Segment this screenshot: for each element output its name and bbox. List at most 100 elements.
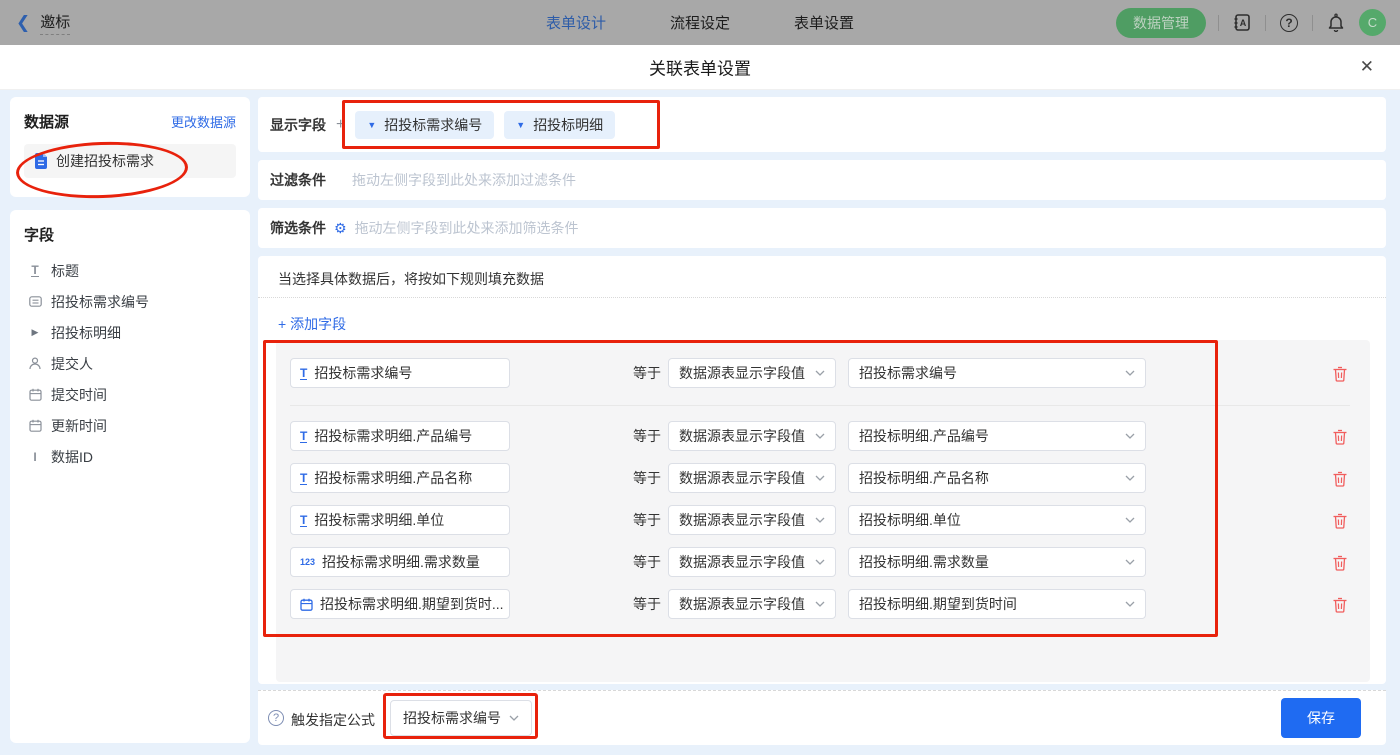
back-nav[interactable]: ❮ 邀标 bbox=[0, 11, 70, 35]
close-icon[interactable]: ✕ bbox=[1360, 57, 1374, 77]
equals-label: 等于 bbox=[633, 589, 661, 619]
field-item-serial[interactable]: 招投标需求编号 bbox=[24, 286, 236, 317]
text-field-icon: T bbox=[300, 472, 307, 485]
delete-rule-icon[interactable] bbox=[1332, 428, 1348, 445]
equals-label: 等于 bbox=[633, 505, 661, 535]
serial-number-icon bbox=[28, 295, 42, 308]
target-field-select[interactable]: 招投标明细.产品名称 bbox=[848, 463, 1146, 493]
chevron-down-icon bbox=[509, 715, 519, 721]
tab-form-design[interactable]: 表单设计 bbox=[546, 12, 606, 33]
source-type-select[interactable]: 数据源表显示字段值 bbox=[668, 547, 836, 577]
target-field-select[interactable]: 招投标明细.期望到货时间 bbox=[848, 589, 1146, 619]
rule-row: 123 招投标需求明细.需求数量 等于 数据源表显示字段值 招投标明细.需求数量 bbox=[276, 547, 1370, 577]
select-value: 数据源表显示字段值 bbox=[679, 468, 805, 488]
field-item-detail[interactable]: ▶ 招投标明细 bbox=[24, 317, 236, 348]
source-type-select[interactable]: 数据源表显示字段值 bbox=[668, 463, 836, 493]
field-item-update-time[interactable]: 更新时间 bbox=[24, 410, 236, 441]
rules-table: T 招投标需求编号 等于 数据源表显示字段值 招投标需求编号 bbox=[276, 340, 1370, 682]
notification-bell-icon[interactable] bbox=[1325, 12, 1347, 34]
field-label: 提交人 bbox=[51, 354, 93, 374]
change-datasource-link[interactable]: 更改数据源 bbox=[171, 112, 236, 131]
chevron-down-icon bbox=[815, 601, 825, 607]
text-field-icon: T bbox=[300, 430, 307, 443]
modal-body: 数据源 更改数据源 创建招投标需求 字段 T 标题 招 bbox=[0, 90, 1400, 755]
source-type-select[interactable]: 数据源表显示字段值 bbox=[668, 589, 836, 619]
field-item-submitter[interactable]: 提交人 bbox=[24, 348, 236, 379]
footer-bar: ? 触发指定公式 招投标需求编号 保存 bbox=[258, 690, 1386, 745]
delete-rule-icon[interactable] bbox=[1332, 554, 1348, 571]
topbar-actions: 数据管理 A ? C bbox=[1116, 8, 1386, 38]
field-item-submit-time[interactable]: 提交时间 bbox=[24, 379, 236, 410]
delete-rule-icon[interactable] bbox=[1332, 470, 1348, 487]
display-field-chip[interactable]: ▼ 招投标需求编号 bbox=[355, 111, 494, 139]
chevron-down-icon bbox=[1125, 517, 1135, 523]
field-item-title[interactable]: T 标题 bbox=[24, 255, 236, 286]
trigger-formula-label: 触发指定公式 bbox=[291, 710, 375, 730]
target-field-select[interactable]: 招投标明细.需求数量 bbox=[848, 547, 1146, 577]
rule-field-label: 招投标需求明细.期望到货时... bbox=[320, 594, 504, 614]
delete-rule-icon[interactable] bbox=[1332, 596, 1348, 613]
chevron-down-icon bbox=[1125, 601, 1135, 607]
rule-field-box[interactable]: 123 招投标需求明细.需求数量 bbox=[290, 547, 510, 577]
select-value: 数据源表显示字段值 bbox=[679, 426, 805, 446]
separator bbox=[1265, 15, 1266, 31]
select-value: 数据源表显示字段值 bbox=[679, 510, 805, 530]
rule-row: T 招投标需求明细.单位 等于 数据源表显示字段值 招投标明细.单位 bbox=[276, 505, 1370, 535]
source-type-select[interactable]: 数据源表显示字段值 bbox=[668, 358, 836, 388]
rule-field-box[interactable]: 招投标需求明细.期望到货时... bbox=[290, 589, 510, 619]
chevron-down-icon bbox=[815, 433, 825, 439]
add-display-field-button[interactable]: + bbox=[336, 116, 345, 134]
target-field-select[interactable]: 招投标需求编号 bbox=[848, 358, 1146, 388]
select-value: 招投标明细.单位 bbox=[859, 510, 961, 530]
separator bbox=[1218, 15, 1219, 31]
select-value: 招投标明细.产品编号 bbox=[859, 426, 989, 446]
trigger-formula-select[interactable]: 招投标需求编号 bbox=[390, 700, 532, 736]
rule-field-box[interactable]: T 招投标需求明细.单位 bbox=[290, 505, 510, 535]
rule-field-box[interactable]: T 招投标需求明细.产品编号 bbox=[290, 421, 510, 451]
expand-triangle-icon[interactable]: ▶ bbox=[28, 327, 42, 338]
target-field-select[interactable]: 招投标明细.产品编号 bbox=[848, 421, 1146, 451]
help-icon[interactable]: ? bbox=[1278, 12, 1300, 34]
top-bar: ❮ 邀标 表单设计 流程设定 表单设置 数据管理 A ? C bbox=[0, 0, 1400, 45]
chip-label: 招投标明细 bbox=[533, 115, 603, 135]
filter-condition-row[interactable]: 过滤条件 拖动左侧字段到此处来添加过滤条件 bbox=[258, 160, 1386, 200]
text-field-icon: T bbox=[300, 367, 307, 380]
field-item-data-id[interactable]: I 数据ID bbox=[24, 441, 236, 472]
help-question-icon[interactable]: ? bbox=[268, 710, 284, 726]
chevron-down-icon bbox=[1125, 475, 1135, 481]
source-type-select[interactable]: 数据源表显示字段值 bbox=[668, 505, 836, 535]
chevron-down-icon bbox=[1125, 370, 1135, 376]
delete-rule-icon[interactable] bbox=[1332, 365, 1348, 382]
save-button[interactable]: 保存 bbox=[1281, 698, 1361, 738]
rule-field-box[interactable]: T 招投标需求明细.产品名称 bbox=[290, 463, 510, 493]
form-name-label[interactable]: 邀标 bbox=[40, 11, 70, 35]
rule-field-box[interactable]: T 招投标需求编号 bbox=[290, 358, 510, 388]
add-field-link[interactable]: + 添加字段 bbox=[278, 314, 346, 334]
back-arrow-icon[interactable]: ❮ bbox=[16, 13, 30, 33]
field-label: 招投标明细 bbox=[51, 323, 121, 343]
target-field-select[interactable]: 招投标明细.单位 bbox=[848, 505, 1146, 535]
filter-condition-label: 过滤条件 bbox=[270, 170, 326, 190]
text-title-icon: T bbox=[28, 264, 42, 277]
equals-label: 等于 bbox=[633, 463, 661, 493]
sift-condition-row[interactable]: 筛选条件 ⚙ 拖动左侧字段到此处来添加筛选条件 bbox=[258, 208, 1386, 248]
datasource-selected-item[interactable]: 创建招投标需求 bbox=[24, 144, 236, 178]
chevron-down-icon bbox=[1125, 559, 1135, 565]
chip-label: 招投标需求编号 bbox=[384, 115, 482, 135]
gear-icon[interactable]: ⚙ bbox=[334, 220, 347, 237]
display-fields-label: 显示字段 bbox=[270, 115, 326, 135]
user-avatar[interactable]: C bbox=[1359, 9, 1386, 36]
data-manage-button[interactable]: 数据管理 bbox=[1116, 8, 1206, 38]
field-label: 更新时间 bbox=[51, 416, 107, 436]
source-type-select[interactable]: 数据源表显示字段值 bbox=[668, 421, 836, 451]
tab-form-setting[interactable]: 表单设置 bbox=[794, 12, 854, 33]
delete-rule-icon[interactable] bbox=[1332, 512, 1348, 529]
datasource-item-label: 创建招投标需求 bbox=[56, 151, 154, 171]
tab-flow-setting[interactable]: 流程设定 bbox=[670, 12, 730, 33]
screen: ❮ 邀标 表单设计 流程设定 表单设置 数据管理 A ? C 关联表单设置 ✕ bbox=[0, 0, 1400, 755]
number-field-icon: 123 bbox=[300, 557, 315, 567]
topbar-tabs: 表单设计 流程设定 表单设置 bbox=[546, 12, 854, 33]
display-field-chip[interactable]: ▼ 招投标明细 bbox=[504, 111, 615, 139]
rules-hint-text: 当选择具体数据后，将按如下规则填充数据 bbox=[258, 256, 1386, 289]
address-book-icon[interactable]: A bbox=[1231, 12, 1253, 34]
